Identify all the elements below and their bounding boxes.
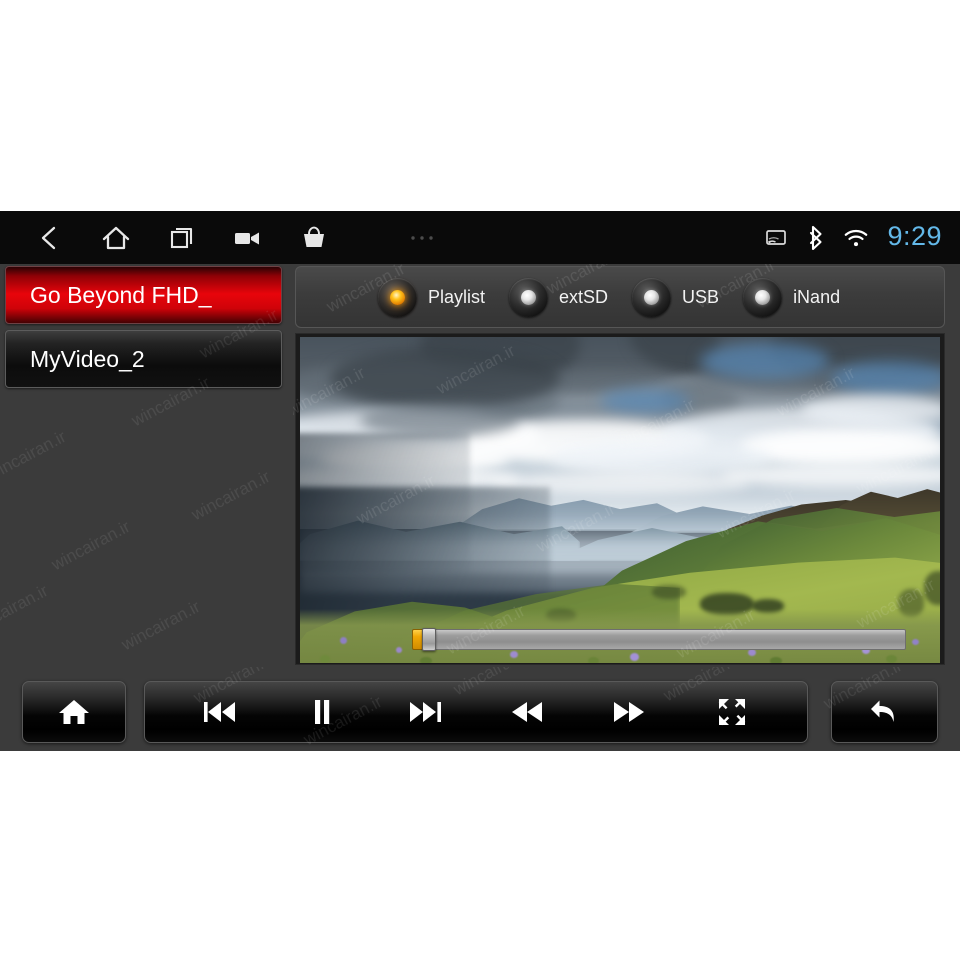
watermark: wincairan.ir [188, 466, 274, 525]
home-outline-icon[interactable] [96, 218, 136, 258]
back-return-button[interactable] [831, 681, 938, 743]
source-selector-bar: Playlist extSD USB iNand [295, 266, 945, 328]
skip-forward-icon[interactable] [394, 686, 456, 738]
status-clock: 9:29 [887, 221, 942, 251]
progress-track[interactable] [412, 629, 906, 650]
source-label: extSD [559, 286, 609, 307]
app-basket-icon[interactable] [294, 218, 334, 258]
rewind-icon[interactable] [496, 686, 558, 738]
player-right-panel: Playlist extSD USB iNand [293, 264, 947, 667]
video-frame [295, 333, 945, 665]
home-filled-icon [43, 686, 105, 738]
android-status-bar: 9:29 [0, 211, 960, 264]
bluetooth-icon[interactable] [803, 225, 829, 251]
cast-screen-icon[interactable] [763, 225, 789, 251]
led-indicator-off [509, 277, 549, 317]
progress-thumb[interactable] [422, 628, 436, 651]
playlist-item-selected[interactable]: Go Beyond FHD_ [5, 266, 282, 324]
sidebar-watermark-layer: wincairan.ir wincairan.ir wincairan.ir w… [0, 264, 289, 667]
playlist-sidebar: Go Beyond FHD_ MyVideo_2 wincairan.ir wi… [0, 264, 289, 667]
source-label: Playlist [428, 286, 486, 307]
fast-forward-icon[interactable] [598, 686, 660, 738]
return-arrow-icon [854, 686, 916, 738]
video-progress-bar[interactable] [412, 628, 906, 651]
video-camera-icon[interactable] [228, 218, 268, 258]
back-icon[interactable] [30, 218, 70, 258]
navigation-button-group [30, 211, 442, 264]
media-control-bar: wincairan.ir wincairan.ir wincairan.ir w… [0, 667, 960, 751]
source-label: USB [682, 286, 720, 307]
skip-backward-icon[interactable] [189, 686, 251, 738]
led-indicator-off [632, 277, 672, 317]
wifi-icon[interactable] [843, 225, 869, 251]
playlist-item[interactable]: MyVideo_2 [5, 330, 282, 388]
watermark: wincairan.ir [0, 580, 52, 639]
playlist-item-label: Go Beyond FHD_ [30, 281, 212, 308]
source-option-extsd[interactable]: extSD [509, 267, 608, 327]
watermark: wincairan.ir [0, 426, 70, 485]
transport-controls [144, 681, 808, 743]
pause-icon[interactable] [291, 686, 353, 738]
head-unit-screen: 9:29 Go Beyond FHD_ MyVideo_2 wincairan.… [0, 211, 960, 751]
source-label: iNand [793, 286, 841, 307]
video-surface[interactable] [300, 337, 940, 663]
watermark: wincairan.ir [48, 516, 134, 575]
source-option-usb[interactable]: USB [632, 267, 719, 327]
status-icon-group: 9:29 [763, 211, 942, 264]
player-body: Go Beyond FHD_ MyVideo_2 wincairan.ir wi… [0, 264, 960, 667]
source-option-inand[interactable]: iNand [743, 267, 840, 327]
led-indicator-off [743, 277, 783, 317]
led-indicator-on [378, 277, 417, 317]
playlist-item-label: MyVideo_2 [30, 345, 145, 372]
more-dots-icon[interactable] [402, 218, 442, 258]
fullscreen-expand-icon[interactable] [701, 686, 763, 738]
screenshot-canvas: 9:29 Go Beyond FHD_ MyVideo_2 wincairan.… [0, 0, 960, 960]
source-option-playlist[interactable]: Playlist [378, 267, 485, 327]
home-button[interactable] [22, 681, 126, 743]
watermark: wincairan.ir [118, 596, 204, 655]
recent-apps-icon[interactable] [162, 218, 202, 258]
